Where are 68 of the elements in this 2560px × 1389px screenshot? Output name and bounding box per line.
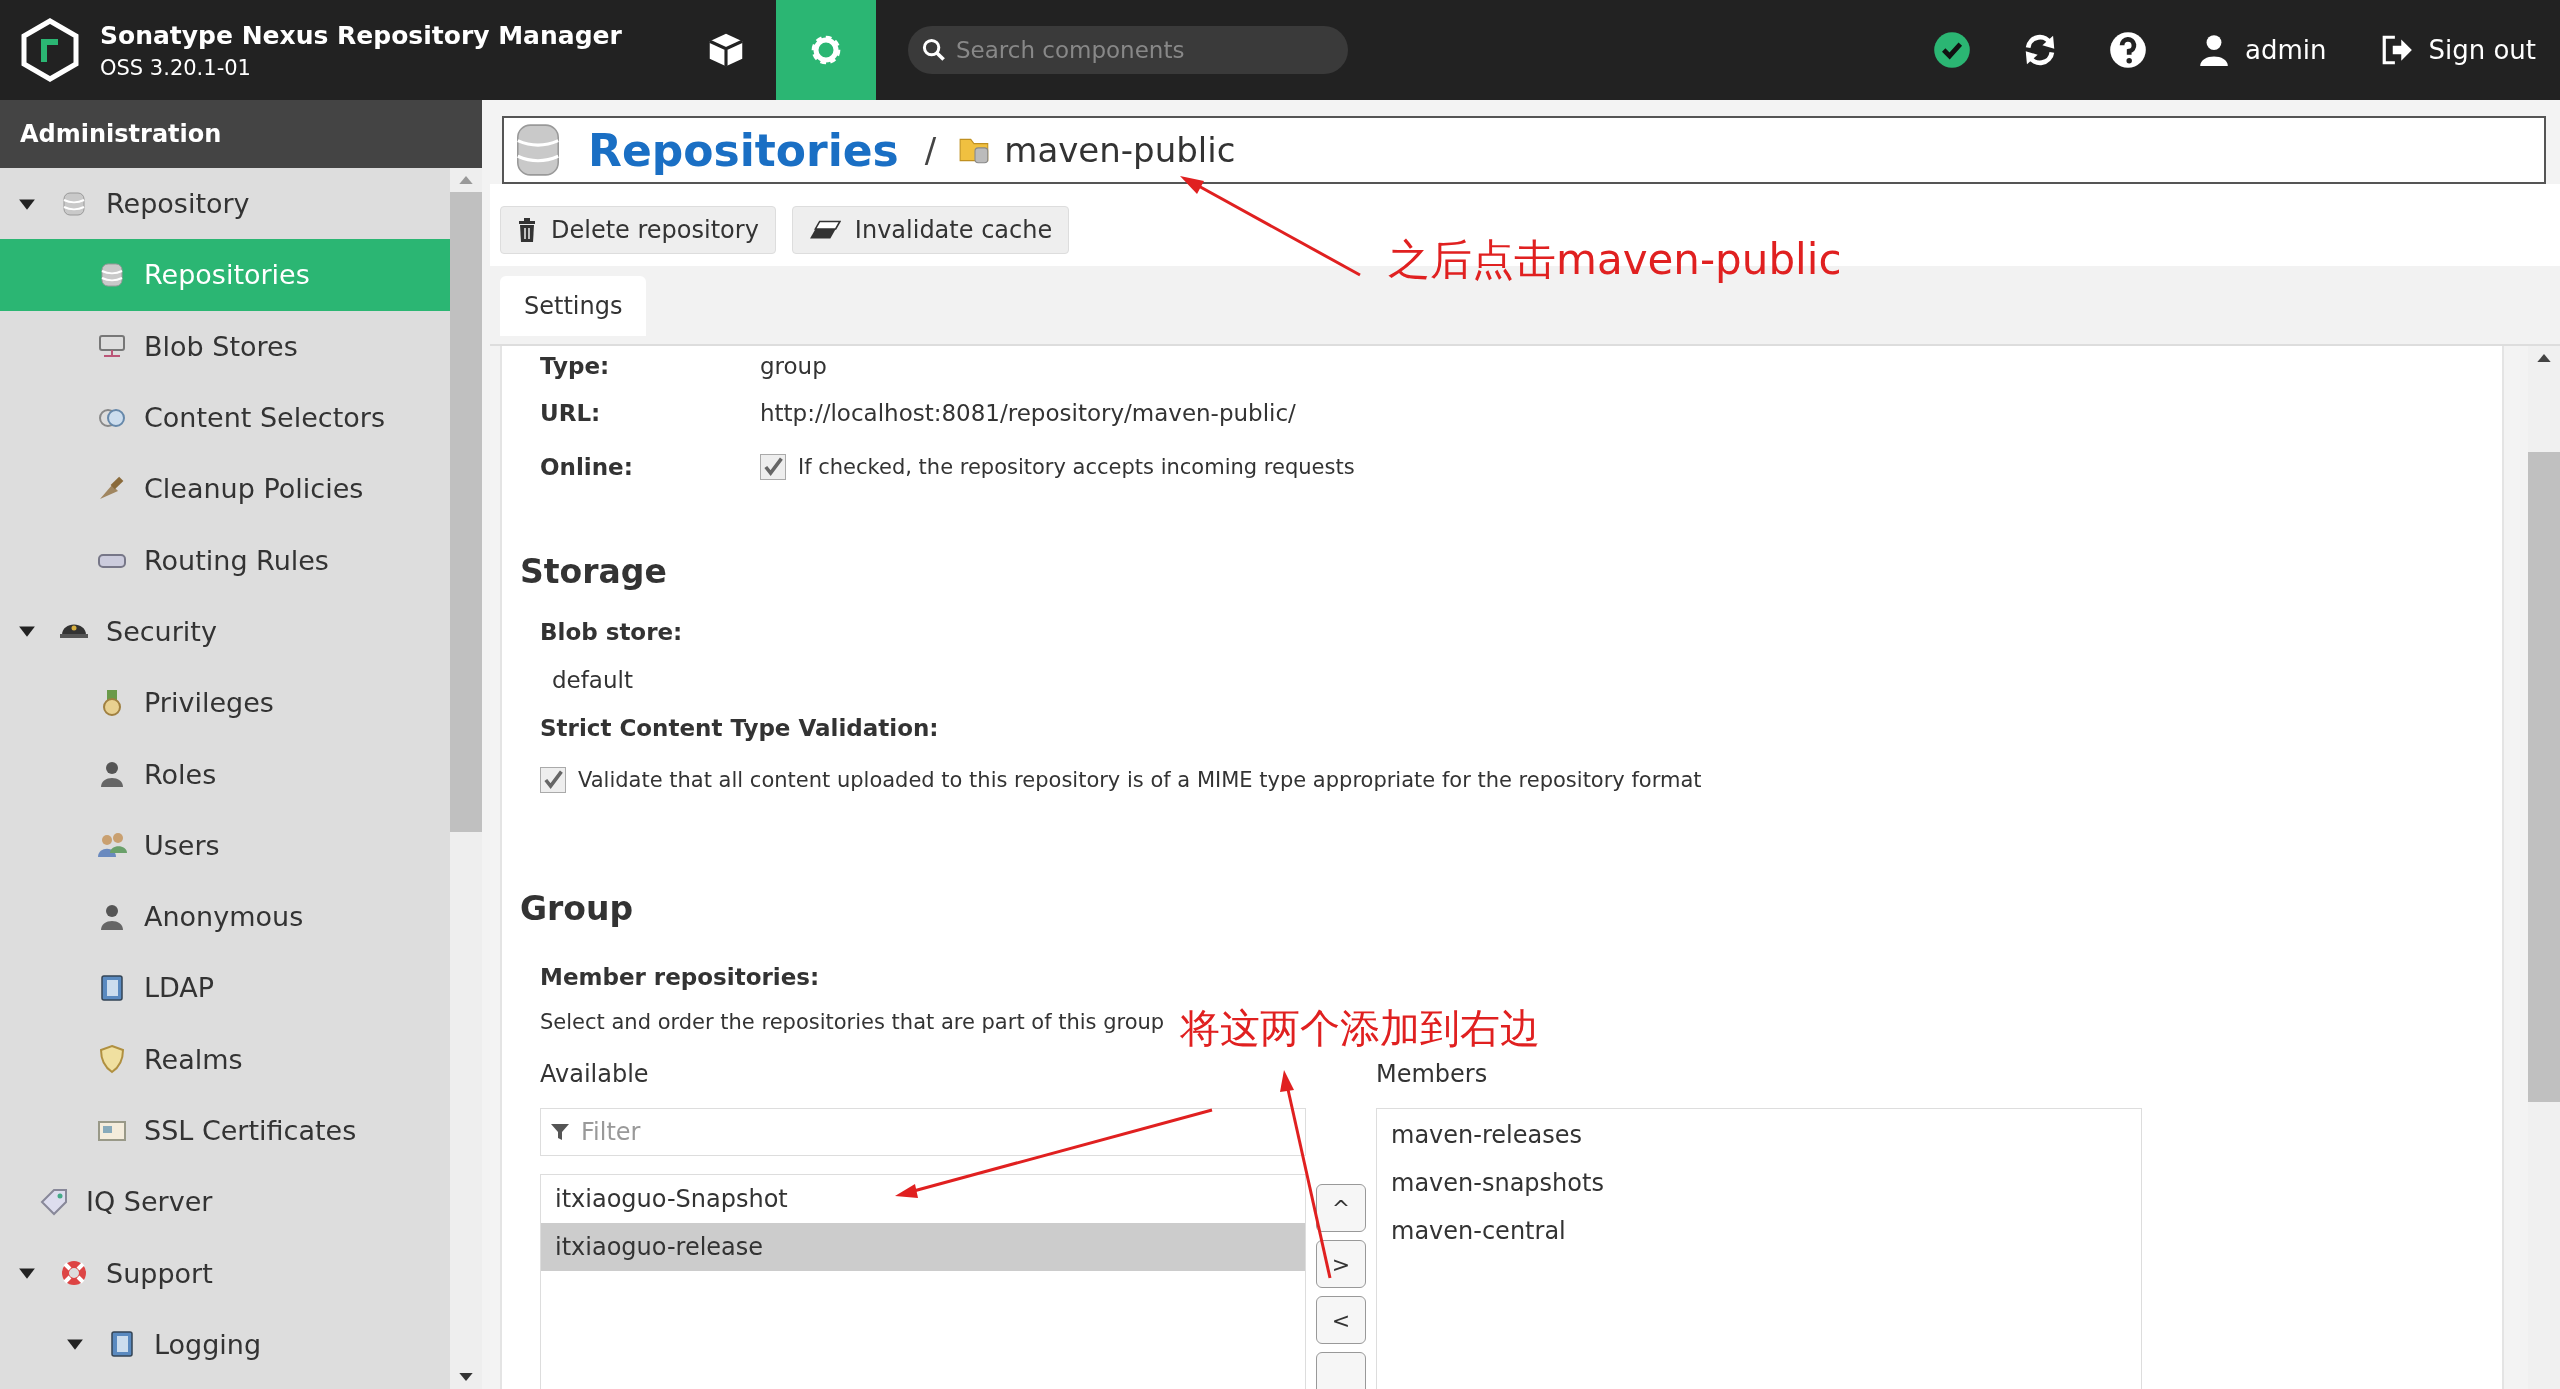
scroll-up-icon[interactable] bbox=[2537, 354, 2551, 362]
sidebar-item[interactable]: Users bbox=[0, 809, 450, 881]
field-label: Strict Content Type Validation: bbox=[539, 715, 940, 741]
sidebar-item[interactable]: Cleanup Policies bbox=[0, 453, 450, 525]
trash-icon bbox=[517, 218, 537, 242]
section-heading: Storage bbox=[520, 552, 668, 591]
sidebar-item[interactable]: Anonymous bbox=[0, 880, 450, 953]
sidebar-item[interactable]: Privileges bbox=[0, 667, 450, 739]
move-button[interactable]: ^ bbox=[1316, 1184, 1366, 1232]
field-value: http://localhost:8081/repository/maven-public/ bbox=[760, 400, 1296, 426]
list-label: Members bbox=[1376, 1060, 1489, 1090]
annotation-text: 之后点击maven-public bbox=[1388, 234, 1842, 286]
sidebar-item[interactable]: IQ Server bbox=[0, 1166, 450, 1238]
checkbox[interactable] bbox=[760, 454, 786, 480]
field-label: URL: bbox=[540, 400, 602, 426]
sidebar-item[interactable]: SSL Certificates bbox=[0, 1094, 450, 1167]
help-icon[interactable] bbox=[2108, 31, 2147, 69]
sign-out-button[interactable]: Sign out bbox=[2374, 32, 2542, 68]
list-item[interactable]: itxiaoguo-release bbox=[541, 1223, 1305, 1271]
list-item[interactable]: maven-central bbox=[1377, 1207, 2141, 1255]
sidebar-item[interactable]: Support bbox=[0, 1237, 450, 1309]
checkbox-label: Validate that all content uploaded to this repository is of a MIME type appropriate for the repository format bbox=[578, 768, 1702, 792]
field-value: group bbox=[760, 353, 827, 379]
sidebar-title: Administration bbox=[0, 100, 482, 168]
list-item[interactable]: itxiaoguo-Snapshot bbox=[541, 1175, 1305, 1223]
filter-icon bbox=[550, 1122, 570, 1142]
app-title: Sonatype Nexus Repository Manager bbox=[100, 20, 623, 50]
help-text: Select and order the repositories that are part of this group bbox=[540, 1010, 1165, 1034]
list-item[interactable]: maven-snapshots bbox=[1377, 1159, 2141, 1207]
field-label: Blob store: bbox=[539, 619, 684, 645]
sidebar-item[interactable]: Repository bbox=[0, 168, 450, 240]
section-heading: Group bbox=[520, 889, 635, 928]
scroll-down-icon[interactable] bbox=[459, 1373, 473, 1381]
field-label: Member repositories: bbox=[539, 964, 821, 990]
status-check-icon[interactable] bbox=[1932, 31, 1971, 69]
scrollbar[interactable] bbox=[450, 168, 482, 1389]
sidebar-item[interactable]: Content Selectors bbox=[0, 381, 450, 454]
app-version: OSS 3.20.1-01 bbox=[100, 55, 252, 80]
sidebar-item[interactable]: Security bbox=[0, 595, 450, 668]
breadcrumb-current: maven-public bbox=[1004, 130, 1236, 170]
sidebar-item[interactable]: Roles bbox=[0, 738, 450, 810]
sidebar-item[interactable]: LDAP bbox=[0, 952, 450, 1024]
user-name[interactable]: admin bbox=[2244, 35, 2327, 65]
settings-tab[interactable]: Settings bbox=[500, 276, 647, 336]
annotation-text: 将这两个添加到右边 bbox=[1180, 1006, 1540, 1050]
sidebar-item[interactable]: Realms bbox=[0, 1023, 450, 1095]
checkbox[interactable] bbox=[540, 767, 566, 793]
invalidate-button[interactable]: Invalidate cache bbox=[791, 206, 1070, 254]
filter-field[interactable]: Filter bbox=[540, 1108, 1306, 1156]
search-icon bbox=[922, 38, 946, 62]
field-label: Online: bbox=[540, 454, 634, 480]
move-button[interactable] bbox=[1316, 1352, 1366, 1389]
sidebar-item[interactable]: Routing Rules bbox=[0, 524, 450, 596]
search-field[interactable]: Search components bbox=[908, 26, 1348, 74]
eraser-icon bbox=[808, 219, 841, 241]
field-label: Type: bbox=[540, 353, 611, 379]
move-button[interactable]: > bbox=[1316, 1240, 1366, 1288]
checkbox-label: If checked, the repository accepts incoming requests bbox=[798, 455, 1355, 479]
move-button[interactable]: < bbox=[1316, 1296, 1366, 1344]
breadcrumb-separator: / bbox=[924, 130, 937, 170]
list-label: Available bbox=[540, 1060, 650, 1090]
sidebar-item[interactable]: Logging bbox=[0, 1308, 450, 1381]
sidebar-item[interactable]: Blob Stores bbox=[0, 310, 450, 382]
breadcrumb-link[interactable]: Repositories bbox=[588, 124, 899, 176]
field-value: default bbox=[551, 666, 634, 695]
list-item[interactable]: maven-releases bbox=[1377, 1111, 2141, 1159]
logo-icon bbox=[20, 18, 80, 82]
delete-button[interactable]: Delete repository bbox=[500, 206, 776, 254]
